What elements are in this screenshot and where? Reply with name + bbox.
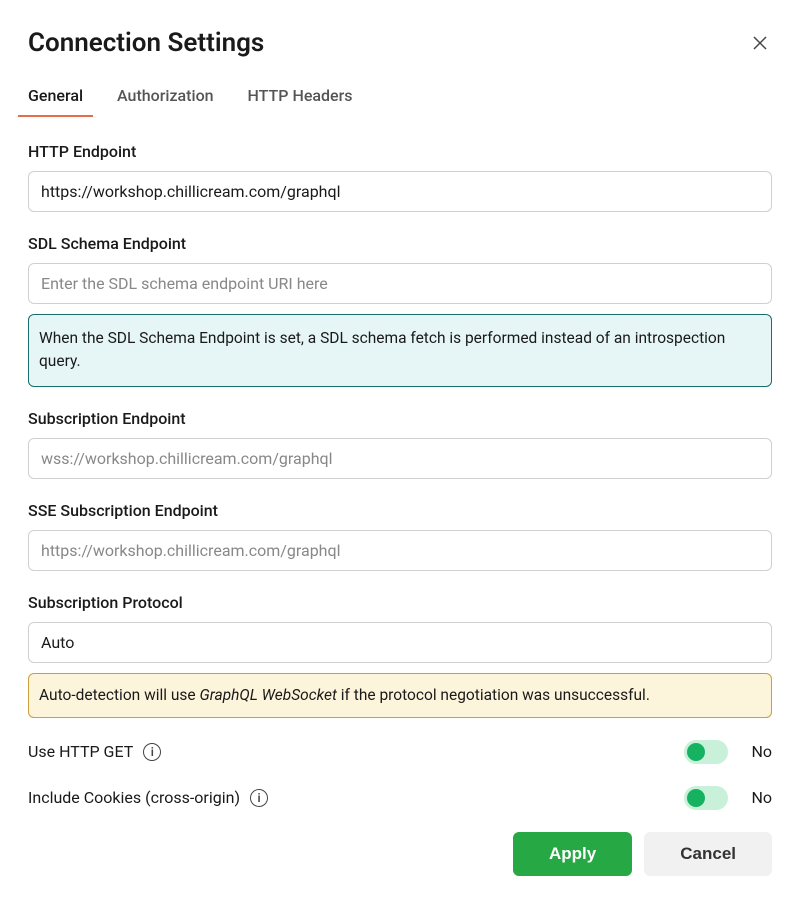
subscription-protocol-input[interactable] [28,622,772,663]
sdl-endpoint-info: When the SDL Schema Endpoint is set, a S… [28,314,772,387]
subscription-protocol-group: Subscription Protocol Auto-detection wil… [28,593,772,718]
sdl-endpoint-input[interactable] [28,263,772,304]
tab-http-headers[interactable]: HTTP Headers [238,86,363,117]
warn-prefix: Auto-detection will use [39,686,199,704]
warn-suffix: if the protocol negotiation was unsucces… [337,686,650,704]
connection-settings-dialog: Connection Settings General Authorizatio… [0,0,800,904]
subscription-endpoint-input[interactable] [28,438,772,479]
tab-authorization[interactable]: Authorization [107,86,224,117]
dialog-header: Connection Settings [28,28,772,58]
sse-subscription-endpoint-group: SSE Subscription Endpoint [28,501,772,571]
use-http-get-label-wrap: Use HTTP GET i [28,742,161,761]
use-http-get-state: No [746,742,772,761]
tabs: General Authorization HTTP Headers [28,86,772,118]
info-icon[interactable]: i [143,743,161,761]
include-cookies-state: No [746,788,772,807]
toggle-knob [687,789,705,807]
http-endpoint-group: HTTP Endpoint [28,142,772,212]
sse-subscription-endpoint-label: SSE Subscription Endpoint [28,501,772,520]
http-endpoint-label: HTTP Endpoint [28,142,772,161]
include-cookies-label: Include Cookies (cross-origin) [28,788,240,807]
toggle-right: No [684,786,772,810]
subscription-endpoint-label: Subscription Endpoint [28,409,772,428]
toggle-knob [687,743,705,761]
http-endpoint-input[interactable] [28,171,772,212]
use-http-get-label: Use HTTP GET [28,742,133,761]
sdl-endpoint-group: SDL Schema Endpoint When the SDL Schema … [28,234,772,387]
subscription-protocol-warning: Auto-detection will use GraphQL WebSocke… [28,673,772,718]
tab-general[interactable]: General [18,86,93,117]
dialog-title: Connection Settings [28,28,264,58]
use-http-get-toggle[interactable] [684,740,728,764]
sdl-endpoint-label: SDL Schema Endpoint [28,234,772,253]
include-cookies-toggle[interactable] [684,786,728,810]
subscription-protocol-label: Subscription Protocol [28,593,772,612]
include-cookies-row: Include Cookies (cross-origin) i No [28,786,772,810]
info-icon[interactable]: i [250,789,268,807]
subscription-endpoint-group: Subscription Endpoint [28,409,772,479]
toggle-right: No [684,740,772,764]
close-icon [752,35,768,51]
close-button[interactable] [748,31,772,55]
include-cookies-label-wrap: Include Cookies (cross-origin) i [28,788,268,807]
use-http-get-row: Use HTTP GET i No [28,740,772,764]
warn-em: GraphQL WebSocket [199,686,336,704]
sse-subscription-endpoint-input[interactable] [28,530,772,571]
